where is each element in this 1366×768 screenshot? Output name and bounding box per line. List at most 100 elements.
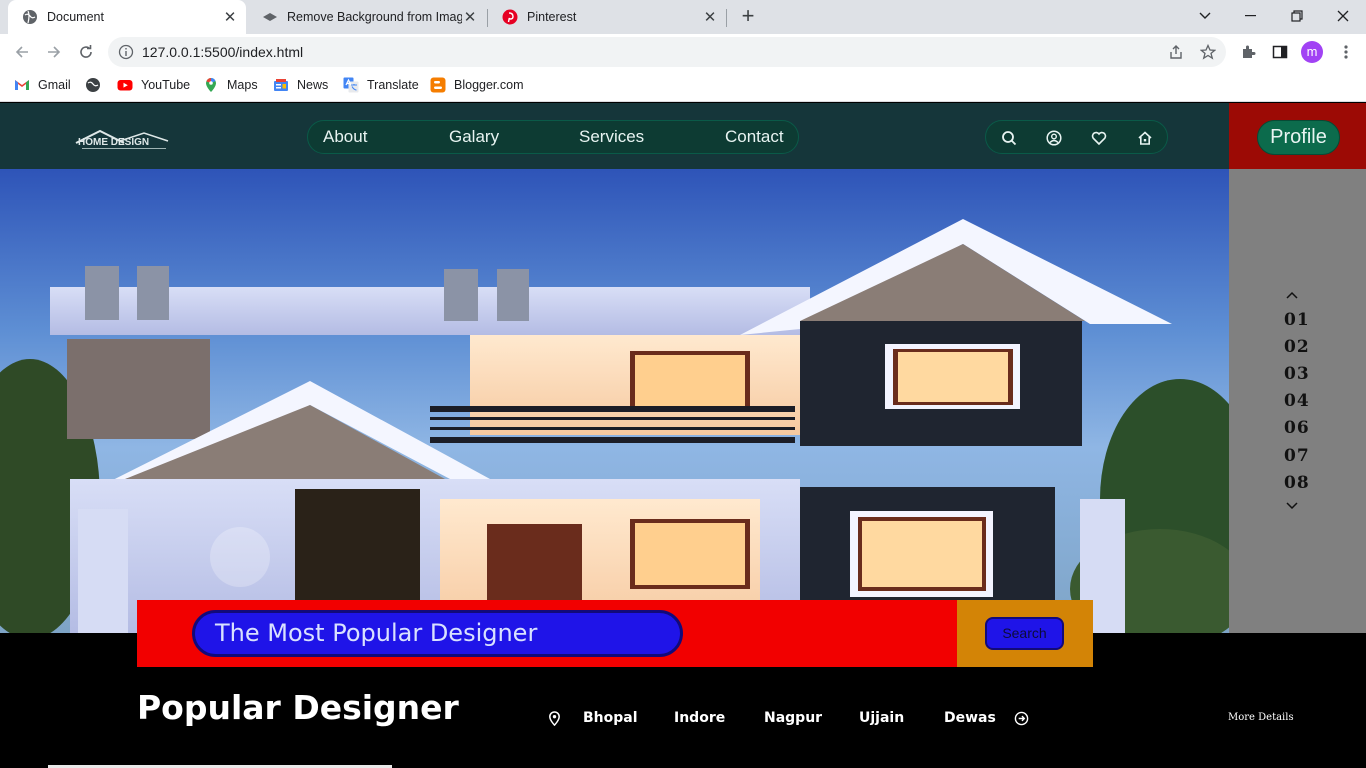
user-icon[interactable] [1046, 130, 1062, 146]
nav-galary[interactable]: Galary [449, 127, 499, 147]
close-icon[interactable]: ✕ [702, 9, 718, 26]
city-bhopal[interactable]: Bhopal [583, 710, 638, 726]
nav-contact[interactable]: Contact [725, 127, 784, 147]
main-nav: About Galary Services Contact [307, 120, 799, 154]
home-design-logo[interactable]: HOME DESIGN [72, 125, 172, 153]
page-number[interactable]: 08 [1284, 473, 1310, 493]
hero-banner [0, 169, 1229, 633]
back-button[interactable] [10, 40, 34, 64]
city-nagpur[interactable]: Nagpur [764, 710, 822, 726]
page-number[interactable]: 03 [1284, 364, 1310, 384]
close-window-button[interactable] [1320, 0, 1366, 32]
translate-icon [343, 77, 359, 93]
city-dewas[interactable]: Dewas [944, 710, 996, 726]
chevron-up-icon[interactable] [1286, 291, 1298, 299]
home-icon[interactable] [1137, 130, 1153, 146]
bookmark-news[interactable]: News [273, 77, 328, 93]
layers-icon [263, 13, 277, 21]
bookmark-label: Maps [227, 78, 258, 92]
site-header: HOME DESIGN About Galary Services Contac… [0, 103, 1229, 169]
bookmark-translate[interactable]: Translate [343, 77, 419, 93]
bookmark-label: Gmail [38, 78, 71, 92]
page-number[interactable]: 07 [1284, 446, 1310, 466]
city-ujjain[interactable]: Ujjain [859, 710, 904, 726]
close-icon[interactable]: ✕ [462, 9, 478, 26]
close-icon [1337, 10, 1349, 22]
profile-panel: Profile [1229, 103, 1366, 169]
tab-pinterest[interactable]: Pinterest ✕ [488, 0, 726, 34]
star-icon[interactable] [1200, 44, 1216, 60]
arrow-right-icon [48, 46, 61, 58]
restore-icon [1291, 10, 1303, 22]
house-image [0, 219, 1229, 633]
search-button[interactable]: Search [985, 617, 1064, 650]
minimize-icon [1245, 15, 1256, 17]
browser-toolbar: 127.0.0.1:5500/index.html m [0, 34, 1366, 70]
more-vertical-icon [1344, 45, 1348, 59]
bookmark-globe[interactable] [85, 77, 109, 93]
designer-search-input[interactable]: The Most Popular Designer [192, 610, 683, 657]
popular-designer-heading: Popular Designer [137, 688, 459, 727]
extensions-button[interactable] [1238, 42, 1258, 62]
close-icon[interactable]: ✕ [222, 9, 238, 26]
arrow-circle-right-icon[interactable] [1014, 711, 1029, 726]
reload-button[interactable] [74, 40, 98, 64]
side-panel-button[interactable] [1270, 42, 1290, 62]
tab-title: Document [47, 10, 104, 24]
browser-tab-bar: Document ✕ Remove Background from Image … [0, 0, 1366, 34]
news-icon [274, 79, 288, 91]
restore-button[interactable] [1274, 0, 1320, 32]
maps-icon [206, 78, 216, 92]
location-pin-icon [549, 711, 560, 726]
puzzle-icon [1243, 45, 1256, 58]
more-details-link[interactable]: More Details [1228, 712, 1294, 723]
arrow-left-icon [15, 46, 28, 58]
new-tab-button[interactable]: + [736, 5, 760, 29]
search-icon[interactable] [1001, 130, 1017, 146]
bookmark-label: Blogger.com [454, 78, 524, 92]
side-pager: 01 02 03 04 06 07 08 [1229, 169, 1366, 633]
page-number[interactable]: 01 [1284, 310, 1310, 330]
page-number[interactable]: 02 [1284, 337, 1310, 357]
tab-document[interactable]: Document ✕ [8, 0, 246, 34]
reload-icon [80, 45, 92, 58]
nav-about[interactable]: About [323, 127, 367, 147]
blogger-icon [430, 77, 446, 93]
tab-search-button[interactable] [1182, 0, 1228, 32]
share-icon[interactable] [1168, 44, 1184, 60]
city-indore[interactable]: Indore [674, 710, 725, 726]
tab-title: Remove Background from Image [287, 10, 462, 24]
globe-icon [86, 78, 100, 92]
gmail-icon [15, 80, 29, 90]
minimize-button[interactable] [1228, 0, 1274, 32]
tab-remove-background[interactable]: Remove Background from Image ✕ [248, 0, 486, 34]
bookmark-label: Translate [367, 78, 419, 92]
chevron-down-icon [1199, 12, 1211, 19]
page-number[interactable]: 06 [1284, 418, 1310, 438]
chevron-down-icon[interactable] [1286, 502, 1298, 510]
address-bar[interactable]: 127.0.0.1:5500/index.html [108, 37, 1226, 67]
header-icon-group [985, 120, 1168, 154]
bookmark-label: News [297, 78, 329, 92]
heart-icon[interactable] [1091, 130, 1107, 146]
info-icon[interactable] [118, 44, 134, 60]
bookmark-youtube[interactable]: YouTube [117, 77, 190, 93]
profile-button[interactable]: Profile [1257, 120, 1340, 155]
bookmark-maps[interactable]: Maps [203, 77, 258, 93]
bookmark-gmail[interactable]: Gmail [14, 77, 71, 93]
youtube-icon [117, 80, 133, 91]
url-text[interactable]: 127.0.0.1:5500/index.html [142, 44, 303, 60]
menu-button[interactable] [1336, 42, 1356, 62]
bookmark-label: YouTube [141, 78, 191, 92]
bookmarks-bar: Gmail YouTube Maps News Translate Blogge… [0, 70, 1366, 102]
globe-icon [23, 10, 37, 24]
profile-avatar[interactable]: m [1301, 41, 1323, 63]
logo-text: HOME DESIGN [78, 137, 149, 148]
forward-button[interactable] [42, 40, 66, 64]
nav-services[interactable]: Services [579, 127, 644, 147]
bookmark-blogger[interactable]: Blogger.com [430, 77, 523, 93]
page-number[interactable]: 04 [1284, 391, 1310, 411]
tab-title: Pinterest [527, 10, 577, 24]
pinterest-icon [502, 9, 518, 25]
side-panel-icon [1272, 45, 1288, 59]
